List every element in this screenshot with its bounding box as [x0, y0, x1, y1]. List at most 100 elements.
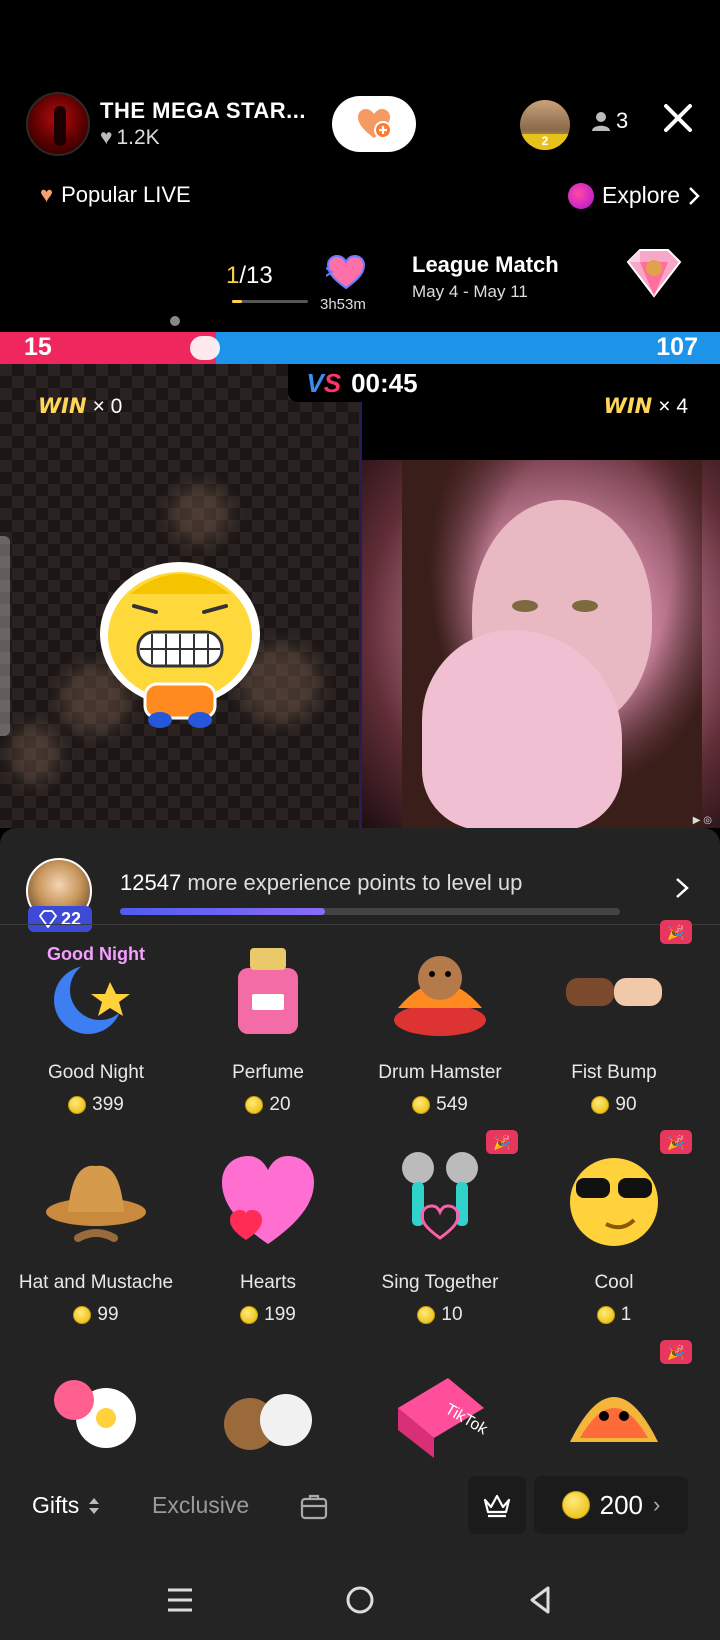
gift-item[interactable]: Hearts 199: [180, 1148, 356, 1348]
explore-link[interactable]: Explore: [568, 182, 700, 209]
gift-panel: 22 12547 more experience points to level…: [0, 828, 720, 1560]
gift-price-value: 1: [620, 1304, 632, 1325]
win-label: WIN: [38, 394, 87, 418]
top-viewer-avatar[interactable]: 2: [520, 100, 570, 150]
gift-item[interactable]: Perfume 20: [180, 938, 356, 1138]
tab-gifts[interactable]: Gifts: [32, 1492, 101, 1519]
win-streak-left: WIN × 0: [38, 394, 122, 419]
tab-exclusive[interactable]: Exclusive: [152, 1492, 249, 1519]
league-rank-progress-fill: [232, 300, 242, 303]
battle-area: ▶ ◎ VS 00:45 WIN × 0 WIN × 4: [0, 364, 720, 828]
crown-button[interactable]: [468, 1476, 526, 1534]
bears-icon: [216, 1358, 320, 1462]
gift-price: 1: [526, 1304, 702, 1326]
person-icon: [592, 112, 610, 131]
user-level-badge: 22: [28, 906, 92, 932]
explore-icon: [568, 182, 595, 209]
coin-balance: 200: [599, 1489, 644, 1520]
popular-live-label: Popular LIVE: [61, 182, 191, 207]
league-banner[interactable]: 1/13 3h53m League Match May 4 - May 11: [0, 248, 720, 328]
league-rank-total: /13: [239, 262, 273, 289]
gift-name: Perfume: [232, 1062, 304, 1083]
league-rank-current: 1: [226, 262, 240, 289]
gift-item[interactable]: Hat and Mustache 99: [8, 1148, 184, 1348]
experience-progress: [120, 908, 620, 915]
drum-hamster-icon: [388, 938, 492, 1042]
diamond-trophy-icon: [626, 249, 682, 298]
coin-icon: [591, 1096, 610, 1114]
tiktok-box-icon: TikTok: [388, 1358, 492, 1462]
recent-apps-icon[interactable]: [160, 1580, 200, 1620]
gift-name: Good Night: [47, 1062, 145, 1083]
viewer-count-value: 3: [616, 108, 629, 133]
gift-price: 20: [180, 1094, 356, 1116]
follow-button[interactable]: [332, 96, 416, 152]
chevron-right-icon: [676, 878, 689, 898]
gift-price: 399: [8, 1094, 184, 1116]
laughing-sticker-icon: [100, 562, 260, 728]
gift-item[interactable]: 🎉 Cool 1: [526, 1130, 702, 1348]
win-left-count: × 0: [92, 395, 123, 418]
perfume-icon: [216, 938, 320, 1042]
battle-divider: [359, 394, 362, 828]
viewer-count[interactable]: 3: [592, 108, 628, 134]
live-header: THE MEGA STAR... ♥ 1.2K 2 3: [26, 92, 698, 156]
battle-timer-box: VS 00:45: [288, 364, 436, 402]
close-icon[interactable]: [658, 98, 698, 138]
gift-box-icon[interactable]: [298, 1490, 330, 1522]
svg-text:Good Night: Good Night: [47, 944, 145, 964]
host-likes: ♥ 1.2K: [100, 126, 160, 150]
home-icon[interactable]: [340, 1580, 380, 1620]
gift-price-value: 20: [269, 1094, 291, 1115]
experience-points: 12547: [120, 870, 182, 895]
user-level: 22: [60, 908, 82, 929]
video-watermark: ▶ ◎: [692, 815, 712, 826]
gift-price: 549: [352, 1094, 528, 1116]
background-blur: [170, 484, 230, 544]
video-eye-shape: [512, 600, 538, 612]
heart-plus-icon: [356, 108, 392, 140]
flowers-icon: [44, 1358, 148, 1462]
sort-arrows-icon: [89, 1497, 100, 1514]
video-eye-shape: [572, 600, 598, 612]
top-viewer-rank: 2: [520, 134, 570, 150]
host-name[interactable]: THE MEGA STAR...: [100, 98, 306, 124]
side-handle[interactable]: [0, 536, 10, 736]
gift-name: Drum Hamster: [378, 1062, 502, 1083]
league-heart-badge-icon: [326, 254, 366, 290]
back-icon[interactable]: [520, 1580, 560, 1620]
gift-price: 90: [526, 1094, 702, 1116]
cool-sunglasses-icon: [562, 1148, 666, 1252]
coin-icon: [417, 1306, 436, 1324]
gift-price-value: 199: [264, 1304, 296, 1325]
gift-price-value: 10: [441, 1304, 463, 1325]
coin-icon: [73, 1306, 92, 1324]
gift-name: Cool: [594, 1272, 634, 1293]
fist-bump-icon: [562, 938, 666, 1042]
left-host-video[interactable]: [0, 364, 360, 828]
gift-name: Hearts: [240, 1272, 296, 1293]
coin-balance-button[interactable]: 200 ›: [534, 1476, 688, 1534]
popular-live-link[interactable]: ♥ Popular LIVE: [40, 182, 191, 208]
gift-price: 10: [352, 1304, 528, 1326]
page-indicator-dot: [170, 316, 180, 326]
coin-icon: [596, 1306, 615, 1324]
gift-name: Fist Bump: [571, 1062, 657, 1083]
coin-icon: [412, 1096, 431, 1114]
gift-price-value: 549: [436, 1094, 468, 1115]
microphones-icon: [388, 1148, 492, 1252]
explore-label: Explore: [602, 182, 680, 208]
experience-text: 12547 more experience points to level up: [120, 870, 522, 896]
gift-price-value: 90: [615, 1094, 637, 1115]
heart-icon: ♥: [40, 182, 54, 207]
experience-progress-fill: [120, 908, 325, 915]
party-badge-icon: 🎉: [660, 1130, 692, 1154]
experience-row[interactable]: 22 12547 more experience points to level…: [0, 842, 720, 932]
gift-item[interactable]: 🎉 Fist Bump 90: [526, 920, 702, 1138]
gift-item[interactable]: Good Night Good Night 399: [8, 938, 184, 1138]
gift-item[interactable]: 🎉 Sing Together 10: [352, 1130, 528, 1348]
right-host-video[interactable]: ▶ ◎: [362, 460, 720, 828]
gift-item[interactable]: Drum Hamster 549: [352, 938, 528, 1138]
battle-countdown: 00:45: [351, 367, 418, 398]
host-avatar[interactable]: [26, 92, 90, 156]
